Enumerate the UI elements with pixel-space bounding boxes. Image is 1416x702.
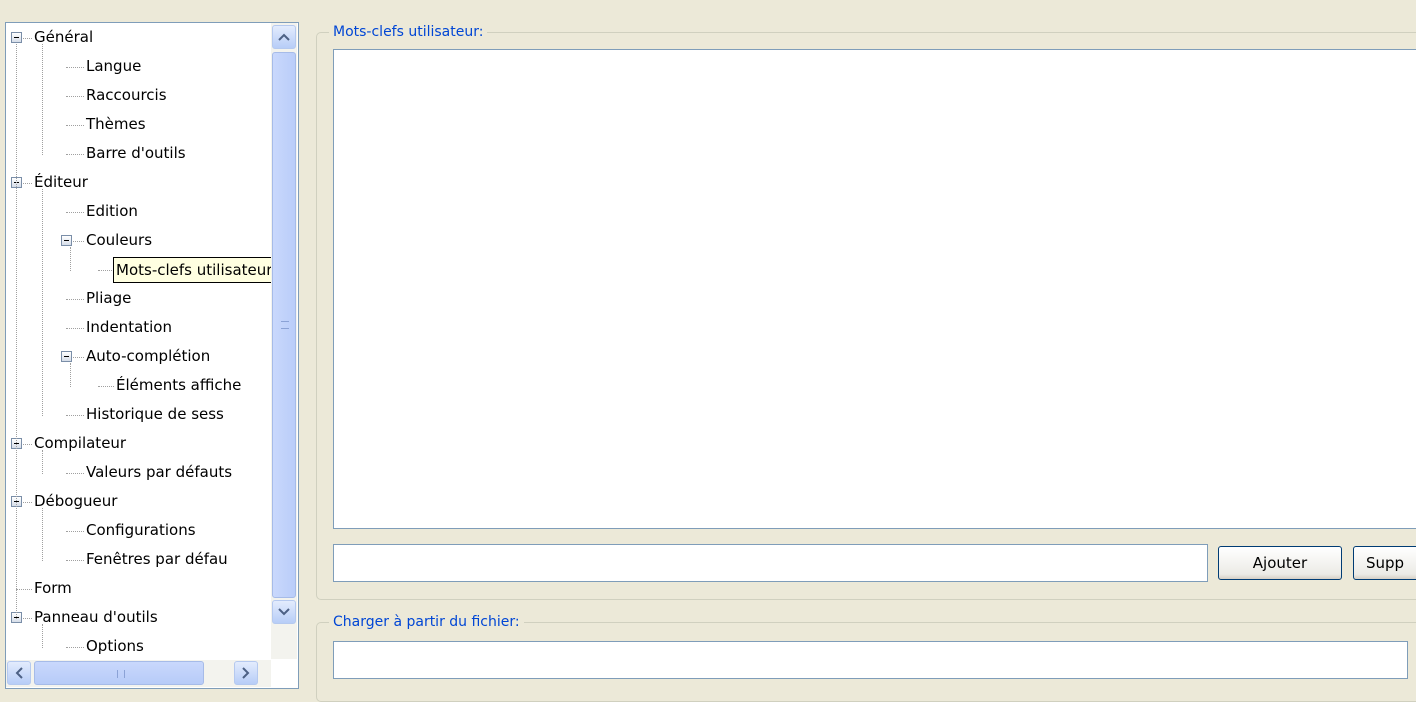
tree-item[interactable]: Compilateur — [6, 430, 271, 459]
chevron-up-icon[interactable] — [272, 25, 296, 49]
tree-connector — [98, 270, 114, 271]
tree-item-label: Éléments affiche — [116, 376, 242, 394]
tree-connector — [66, 125, 84, 126]
tree-connector — [23, 444, 32, 445]
tree-connector — [66, 67, 84, 68]
tree-connector — [70, 363, 71, 387]
tree-item[interactable]: Fenêtres par défau — [6, 546, 271, 575]
tree-item-label: Compilateur — [34, 434, 127, 452]
tree-connector — [66, 96, 84, 97]
grip-icon — [117, 670, 125, 678]
tree-item-label: Mots-clefs utilisateur — [113, 257, 276, 283]
tree-connector — [23, 38, 32, 39]
tree-item[interactable]: Auto-complétion — [6, 343, 271, 372]
tree-connector — [16, 44, 17, 619]
tree-connector — [42, 624, 43, 648]
tree-item[interactable]: Configurations — [6, 517, 271, 546]
tree-item-label: Options — [86, 637, 144, 655]
tree-connector — [42, 44, 43, 155]
tree-horizontal-scrollbar[interactable] — [6, 660, 271, 687]
tree-connector — [98, 386, 114, 387]
tree-item-label: Valeurs par défauts — [86, 463, 233, 481]
tree-item[interactable]: Débogueur — [6, 488, 271, 517]
tree-connector — [16, 589, 32, 590]
tree-item[interactable]: Edition — [6, 198, 271, 227]
tree-item[interactable]: Thèmes — [6, 111, 271, 140]
tree-item[interactable]: Éléments affiche — [6, 372, 271, 401]
file-path-input[interactable] — [333, 641, 1408, 679]
tree-connector — [42, 189, 43, 416]
vertical-scroll-thumb[interactable] — [272, 52, 296, 598]
file-group-title: Charger à partir du fichier: — [329, 613, 524, 631]
tree-connector — [70, 247, 71, 271]
tree-vertical-scrollbar[interactable] — [271, 23, 297, 659]
tree-item[interactable]: Raccourcis — [6, 82, 271, 111]
tree-item-label: Pliage — [86, 289, 132, 307]
tree-item-label: Indentation — [86, 318, 172, 336]
tree-connector — [66, 212, 84, 213]
remove-button[interactable]: Supp — [1353, 546, 1416, 580]
tree-item-label: Configurations — [86, 521, 196, 539]
tree-item[interactable]: Couleurs — [6, 227, 271, 256]
tree-connector — [42, 450, 43, 474]
tree-connector — [66, 531, 84, 532]
horizontal-scroll-thumb[interactable] — [34, 661, 204, 685]
chevron-down-icon[interactable] — [272, 600, 296, 624]
chevron-right-icon[interactable] — [234, 661, 258, 685]
tree-item-label: Couleurs — [86, 231, 153, 249]
tree-connector — [23, 618, 32, 619]
collapse-icon[interactable] — [61, 351, 72, 362]
tree-connector — [42, 508, 43, 561]
tree-item-label: Langue — [86, 57, 142, 75]
tree-connector — [66, 560, 84, 561]
tree-item[interactable]: Général — [6, 24, 271, 53]
tree-item-label: Barre d'outils — [86, 144, 186, 162]
tree-connector — [23, 502, 32, 503]
tree-connector — [66, 299, 84, 300]
tree-item[interactable]: Valeurs par défauts — [6, 459, 271, 488]
settings-tree[interactable]: Général Langue Raccourcis Thèmes Barre d'out… — [5, 22, 299, 689]
keywords-group-title: Mots-clefs utilisateur: — [329, 23, 488, 41]
tree-item-label: Historique de sess — [86, 405, 224, 423]
chevron-left-icon[interactable] — [7, 661, 31, 685]
tree-item[interactable]: Éditeur — [6, 169, 271, 198]
tree-connector — [73, 357, 84, 358]
tree-connector — [23, 183, 32, 184]
tree-item-label: Panneau d'outils — [34, 608, 158, 626]
tree-item-label: Thèmes — [86, 115, 146, 133]
add-button[interactable]: Ajouter — [1218, 546, 1342, 580]
tree-connector — [66, 647, 84, 648]
tree-connector — [73, 241, 84, 242]
tree-item-label: Edition — [86, 202, 138, 220]
tree-item[interactable]: Pliage — [6, 285, 271, 314]
tree-connector — [66, 154, 84, 155]
tree-item[interactable]: Mots-clefs utilisateur — [6, 256, 276, 285]
tree-item-label: Fenêtres par défau — [86, 550, 228, 568]
grip-icon — [281, 321, 289, 329]
tree-item[interactable]: Panneau d'outils — [6, 604, 271, 633]
tree-item[interactable]: Barre d'outils — [6, 140, 271, 169]
tree-item-label: Auto-complétion — [86, 347, 211, 365]
tree-item-label: Form — [34, 579, 72, 597]
tree-connector — [66, 473, 84, 474]
collapse-icon[interactable] — [11, 32, 22, 43]
tree-item[interactable]: Indentation — [6, 314, 271, 343]
tree-item-label: Raccourcis — [86, 86, 167, 104]
tree-item[interactable]: Historique de sess — [6, 401, 271, 430]
tree-connector — [66, 328, 84, 329]
keyword-input[interactable] — [333, 544, 1208, 582]
keywords-list[interactable] — [333, 49, 1416, 529]
tree-list: Général Langue Raccourcis Thèmes Barre d'out… — [6, 23, 276, 659]
tree-connector — [66, 415, 84, 416]
tree-item[interactable]: Form — [6, 575, 271, 604]
collapse-icon[interactable] — [61, 235, 72, 246]
tree-item-label: Débogueur — [34, 492, 118, 510]
tree-item[interactable]: Langue — [6, 53, 271, 82]
tree-item[interactable]: Options — [6, 633, 271, 659]
